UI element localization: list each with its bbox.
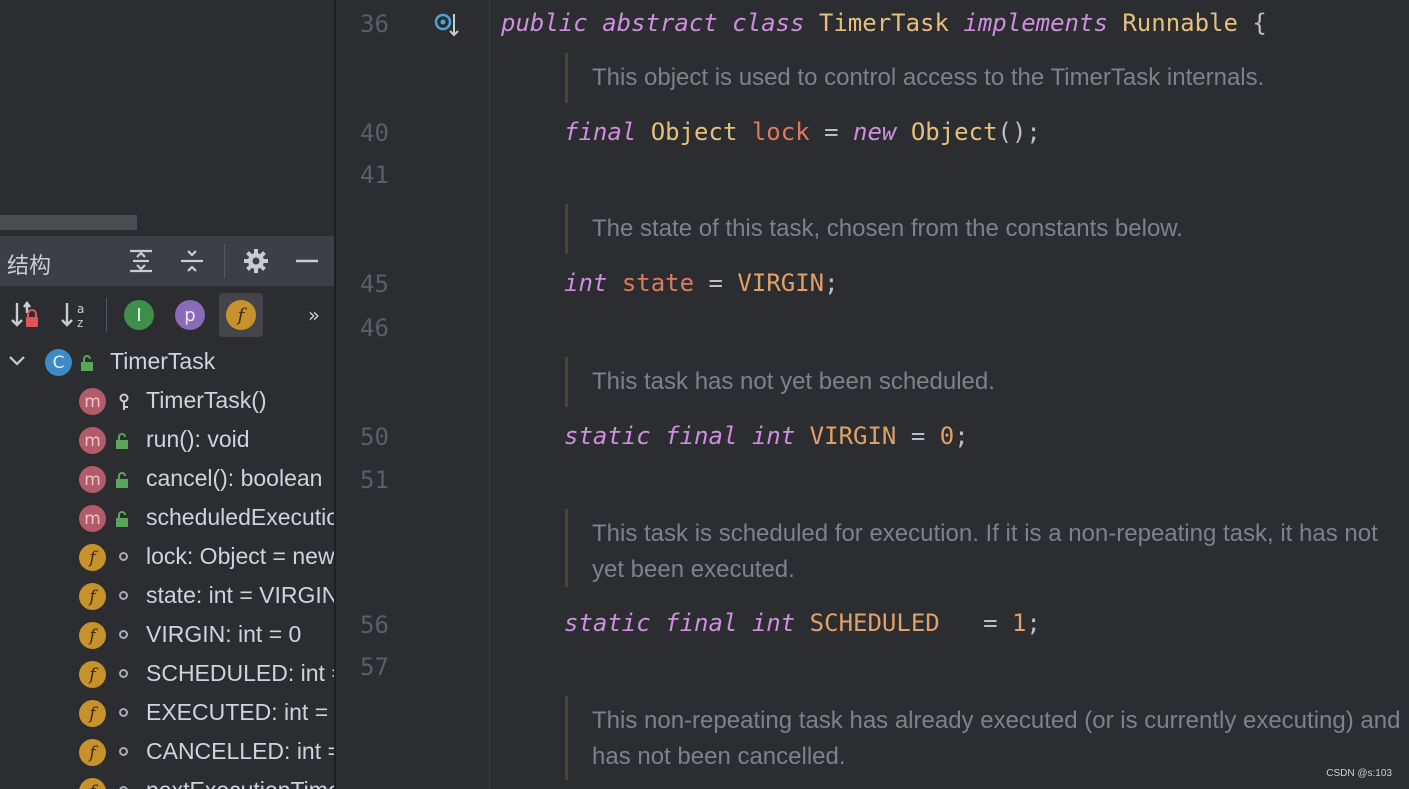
method-icon: m: [79, 466, 106, 493]
public-access-icon: [115, 511, 129, 531]
line-number: 46: [360, 314, 389, 342]
line-number: 50: [360, 423, 389, 451]
tree-item[interactable]: f state: int = VIRGIN: [0, 577, 334, 616]
package-private-icon: [119, 552, 128, 561]
package-private-icon: [119, 669, 128, 678]
doc-comment: The state of this task, chosen from the …: [565, 204, 1183, 254]
tree-node-label: TimerTask: [110, 348, 216, 374]
code-line-state: int state = VIRGIN;: [564, 269, 839, 297]
tree-item[interactable]: m run(): void: [0, 421, 334, 460]
gear-icon[interactable]: [241, 246, 271, 276]
separator: [106, 298, 107, 332]
method-icon: m: [79, 505, 106, 532]
svg-text:a: a: [77, 302, 84, 316]
watermark: CSDN @s:103: [1326, 768, 1392, 779]
minimize-icon[interactable]: [292, 246, 322, 276]
implements-gutter-icon[interactable]: [433, 11, 461, 43]
tree-item-label: run(): void: [146, 426, 250, 452]
line-number: 36: [360, 10, 389, 38]
package-private-icon: [119, 747, 128, 756]
tree-item-label: nextExecutionTime: long: [146, 777, 334, 789]
tree-item-label: lock: Object = new Object(): [146, 543, 334, 569]
line-number: 56: [360, 611, 389, 639]
method-icon: m: [79, 427, 106, 454]
line-number: 41: [360, 161, 389, 189]
svg-text:z: z: [77, 316, 83, 330]
method-icon: m: [79, 388, 106, 415]
code-line-scheduled: static final int SCHEDULED = 1;: [564, 609, 1041, 637]
tree-item-label: SCHEDULED: int = 1: [146, 660, 334, 686]
static-field-icon: f: [79, 700, 106, 727]
tree-item[interactable]: f VIRGIN: int = 0: [0, 616, 334, 655]
tree-item[interactable]: f SCHEDULED: int = 1: [0, 655, 334, 694]
more-options-icon[interactable]: »: [294, 293, 334, 337]
package-private-icon: [119, 708, 128, 717]
code-line-lock: final Object lock = new Object();: [564, 118, 1041, 146]
line-number: 51: [360, 466, 389, 494]
tree-item[interactable]: m cancel(): boolean: [0, 460, 334, 499]
package-private-icon: [119, 591, 128, 600]
sort-by-visibility-icon[interactable]: [3, 293, 47, 337]
show-inherited-icon[interactable]: I: [117, 293, 161, 337]
public-access-icon: [115, 433, 129, 453]
inherited-badge: I: [124, 300, 154, 330]
field-icon: f: [79, 544, 106, 571]
separator: [224, 244, 225, 278]
tree-item[interactable]: f nextExecutionTime: long: [0, 772, 334, 789]
structure-toolbar: az I p f »: [0, 290, 334, 342]
public-access-icon: [80, 355, 94, 375]
tree-item-label: CANCELLED: int = 3: [146, 738, 334, 764]
tree-item-label: TimerTask(): [146, 387, 267, 413]
tree-item[interactable]: f CANCELLED: int = 3: [0, 733, 334, 772]
tree-root-node[interactable]: C TimerTask: [0, 343, 334, 382]
class-declaration: public abstract class TimerTask implemen…: [501, 9, 1267, 37]
panel-title: 结构: [7, 254, 52, 279]
line-number: 45: [360, 270, 389, 298]
tree-item-label: state: int = VIRGIN: [146, 582, 334, 608]
line-number: 40: [360, 119, 389, 147]
tree-item-label: scheduledExecutionTime(): long: [146, 504, 334, 530]
code-editor[interactable]: public abstract class TimerTask implemen…: [490, 0, 1409, 789]
tree-item-label: VIRGIN: int = 0: [146, 621, 302, 647]
expand-all-icon[interactable]: [126, 246, 156, 276]
structure-tool-window: 结构 az I p f » C TimerTask m TimerTask() …: [0, 0, 334, 789]
show-fields-icon[interactable]: f: [219, 293, 263, 337]
package-private-icon: [119, 630, 128, 639]
tree-item[interactable]: m scheduledExecutionTime(): long: [0, 499, 334, 538]
static-field-icon: f: [79, 622, 106, 649]
doc-comment: This non-repeating task has already exec…: [565, 696, 1400, 780]
field-icon: f: [79, 583, 106, 610]
doc-comment: This object is used to control access to…: [565, 53, 1264, 103]
horizontal-scrollbar-thumb[interactable]: [0, 215, 137, 230]
tree-item[interactable]: m TimerTask(): [0, 382, 334, 421]
structure-header: 结构: [0, 236, 334, 286]
doc-comment: This task has not yet been scheduled.: [565, 357, 995, 407]
package-access-icon: [117, 393, 131, 415]
static-field-icon: f: [79, 739, 106, 766]
property-badge: p: [175, 300, 205, 330]
tree-item-label: cancel(): boolean: [146, 465, 323, 491]
tree-item[interactable]: f lock: Object = new Object(): [0, 538, 334, 577]
doc-comment: This task is scheduled for execution. If…: [565, 509, 1378, 587]
static-field-icon: f: [79, 661, 106, 688]
sort-alphabetically-icon[interactable]: az: [53, 293, 97, 337]
tree-item[interactable]: f EXECUTED: int = 2: [0, 694, 334, 733]
code-line-virgin: static final int VIRGIN = 0;: [564, 422, 969, 450]
show-properties-icon[interactable]: p: [168, 293, 212, 337]
tree-item-label: EXECUTED: int = 2: [146, 699, 334, 725]
line-number: 57: [360, 653, 389, 681]
field-icon: f: [79, 778, 106, 789]
field-badge: f: [226, 300, 256, 330]
class-icon: C: [45, 349, 72, 376]
collapse-all-icon[interactable]: [177, 246, 207, 276]
public-access-icon: [115, 472, 129, 492]
chevron-down-icon[interactable]: [8, 352, 26, 374]
